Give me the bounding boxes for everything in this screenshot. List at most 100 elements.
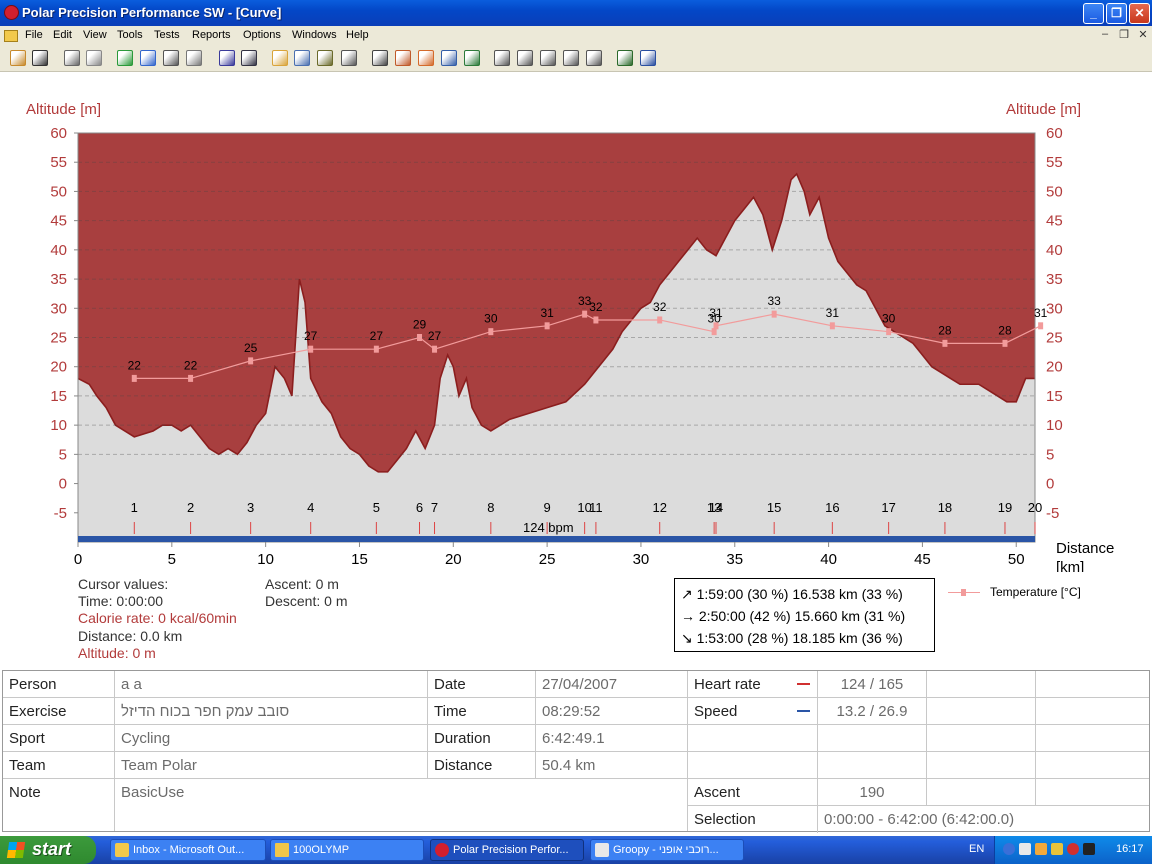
tray-arrow-icon[interactable] [1003, 843, 1015, 855]
mdi-minimize-button[interactable]: – [1097, 28, 1113, 42]
y-tick-left: 60 [50, 125, 67, 142]
time-label: Time [428, 698, 536, 725]
menu-options[interactable]: Options [243, 29, 281, 41]
lap-number: 18 [938, 500, 952, 515]
temperature-point [248, 357, 254, 365]
y-tick-left: 5 [59, 446, 67, 463]
temperature-point [886, 328, 892, 336]
temperature-point [771, 310, 777, 318]
y-tick-right: -5 [1046, 505, 1059, 522]
person-icon[interactable] [640, 50, 656, 66]
report3-icon[interactable] [540, 50, 556, 66]
menu-help[interactable]: Help [346, 29, 369, 41]
y-tick-left: 10 [50, 417, 67, 434]
lap-number: 7 [431, 500, 438, 515]
temperature-point [657, 316, 663, 324]
altitude-curve-chart[interactable]: 124 bpm1 2 3 4 5 6 7 8 9 1011 12 1314 15 16 17 18 19 2022… [0, 72, 1152, 572]
temperature-point [829, 322, 835, 330]
empty-cell [927, 779, 1036, 806]
temperature-label: 32 [653, 300, 667, 314]
start-button[interactable]: start [0, 836, 96, 864]
speed-value: 13.2 / 26.9 [818, 698, 927, 725]
task-polar-label: Polar Precision Perfor... [453, 844, 569, 856]
lap-number: 3 [247, 500, 254, 515]
temperature-label: 30 [882, 312, 896, 326]
cursor-descent: Descent: 0 m [265, 593, 348, 609]
temperature-label: 32 [589, 300, 603, 314]
y-tick-right: 15 [1046, 388, 1063, 405]
y-axis-label-left: Altitude [m] [26, 101, 101, 118]
calendar-icon[interactable] [219, 50, 235, 66]
empty-cell [927, 752, 1036, 779]
menu-tests[interactable]: Tests [154, 29, 180, 41]
menu-tools[interactable]: Tools [117, 29, 143, 41]
temperature-point [1002, 339, 1008, 347]
clock: 16:17 [1116, 843, 1144, 855]
mdi-close-button[interactable]: ✕ [1135, 28, 1151, 42]
lap-number: 11 [589, 500, 603, 515]
close-button[interactable]: ✕ [1129, 3, 1150, 24]
temperature-legend-marker [961, 589, 966, 596]
menu-view[interactable]: View [83, 29, 107, 41]
copy-icon[interactable] [86, 50, 102, 66]
uphill-flat-downhill-summary: ↗ 1:59:00 (30 %) 16.538 km (33 %) → 2:50… [674, 578, 935, 652]
globe-icon[interactable] [140, 50, 156, 66]
temperature-point [188, 374, 194, 382]
report2-icon[interactable] [517, 50, 533, 66]
shield-icon[interactable] [1051, 843, 1063, 855]
mdi-restore-button[interactable]: ❐ [1116, 28, 1132, 42]
menu-file[interactable]: File [25, 29, 43, 41]
y-tick-left: 0 [59, 476, 67, 493]
y-tick-right: 40 [1046, 242, 1063, 259]
empty-cell [1036, 752, 1149, 779]
task-polar[interactable]: Polar Precision Perfor... [430, 839, 584, 861]
temperature-label: 27 [428, 329, 442, 343]
document-icon[interactable] [4, 30, 18, 42]
task-browser[interactable]: Groopy - רוכבי אופני... [590, 839, 744, 861]
temperature-point [373, 345, 379, 353]
task-folder[interactable]: 100OLYMP [270, 839, 424, 861]
book-icon[interactable] [241, 50, 257, 66]
minimize-button[interactable]: _ [1083, 3, 1104, 24]
compare-icon[interactable] [418, 50, 434, 66]
note-value[interactable]: BasicUse [115, 779, 688, 831]
tool-icon[interactable] [186, 50, 202, 66]
report1-icon[interactable] [494, 50, 510, 66]
print-icon[interactable] [64, 50, 80, 66]
menu-windows[interactable]: Windows [292, 29, 337, 41]
task-outlook[interactable]: Inbox - Microsoft Out... [110, 839, 266, 861]
report5-icon[interactable] [586, 50, 602, 66]
export-icon[interactable] [617, 50, 633, 66]
menu-edit[interactable]: Edit [53, 29, 72, 41]
y-tick-right: 30 [1046, 300, 1063, 317]
menu-reports[interactable]: Reports [192, 29, 231, 41]
curve-chart-area[interactable]: 124 bpm 1 2 3 4 5 6 7 8 9 10 11 12 13 14 15 16 17 18 19 20 22… [0, 72, 1152, 670]
swap-icon[interactable] [441, 50, 457, 66]
y-tick-left: -5 [54, 505, 67, 522]
graph-icon[interactable] [464, 50, 480, 66]
lap-number: 4 [307, 500, 314, 515]
mail-icon[interactable] [1019, 843, 1031, 855]
temperature-label: 27 [304, 329, 318, 343]
tray-app-icon[interactable] [1035, 843, 1047, 855]
zoom-icon[interactable] [372, 50, 388, 66]
save-icon[interactable] [32, 50, 48, 66]
open-icon[interactable] [10, 50, 26, 66]
summary-flat-row: → 2:50:00 (42 %) 15.660 km (31 %) [681, 608, 906, 624]
date-label: Date [428, 671, 536, 698]
report4-icon[interactable] [563, 50, 579, 66]
empty-cell [1036, 671, 1149, 698]
selection-value: 0:00:00 - 6:42:00 (6:42:00.0) [824, 811, 1015, 828]
network-icon[interactable] [1083, 843, 1095, 855]
curve-icon[interactable] [272, 50, 288, 66]
percent-icon[interactable] [317, 50, 333, 66]
language-indicator[interactable]: EN [969, 843, 984, 855]
bar-icon[interactable] [294, 50, 310, 66]
grid-icon[interactable] [341, 50, 357, 66]
refresh-icon[interactable] [117, 50, 133, 66]
chart-icon[interactable] [395, 50, 411, 66]
maximize-button[interactable]: ❐ [1106, 3, 1127, 24]
lap-number: 5 [373, 500, 380, 515]
sound-icon[interactable] [163, 50, 179, 66]
antivirus-icon[interactable] [1067, 843, 1079, 855]
